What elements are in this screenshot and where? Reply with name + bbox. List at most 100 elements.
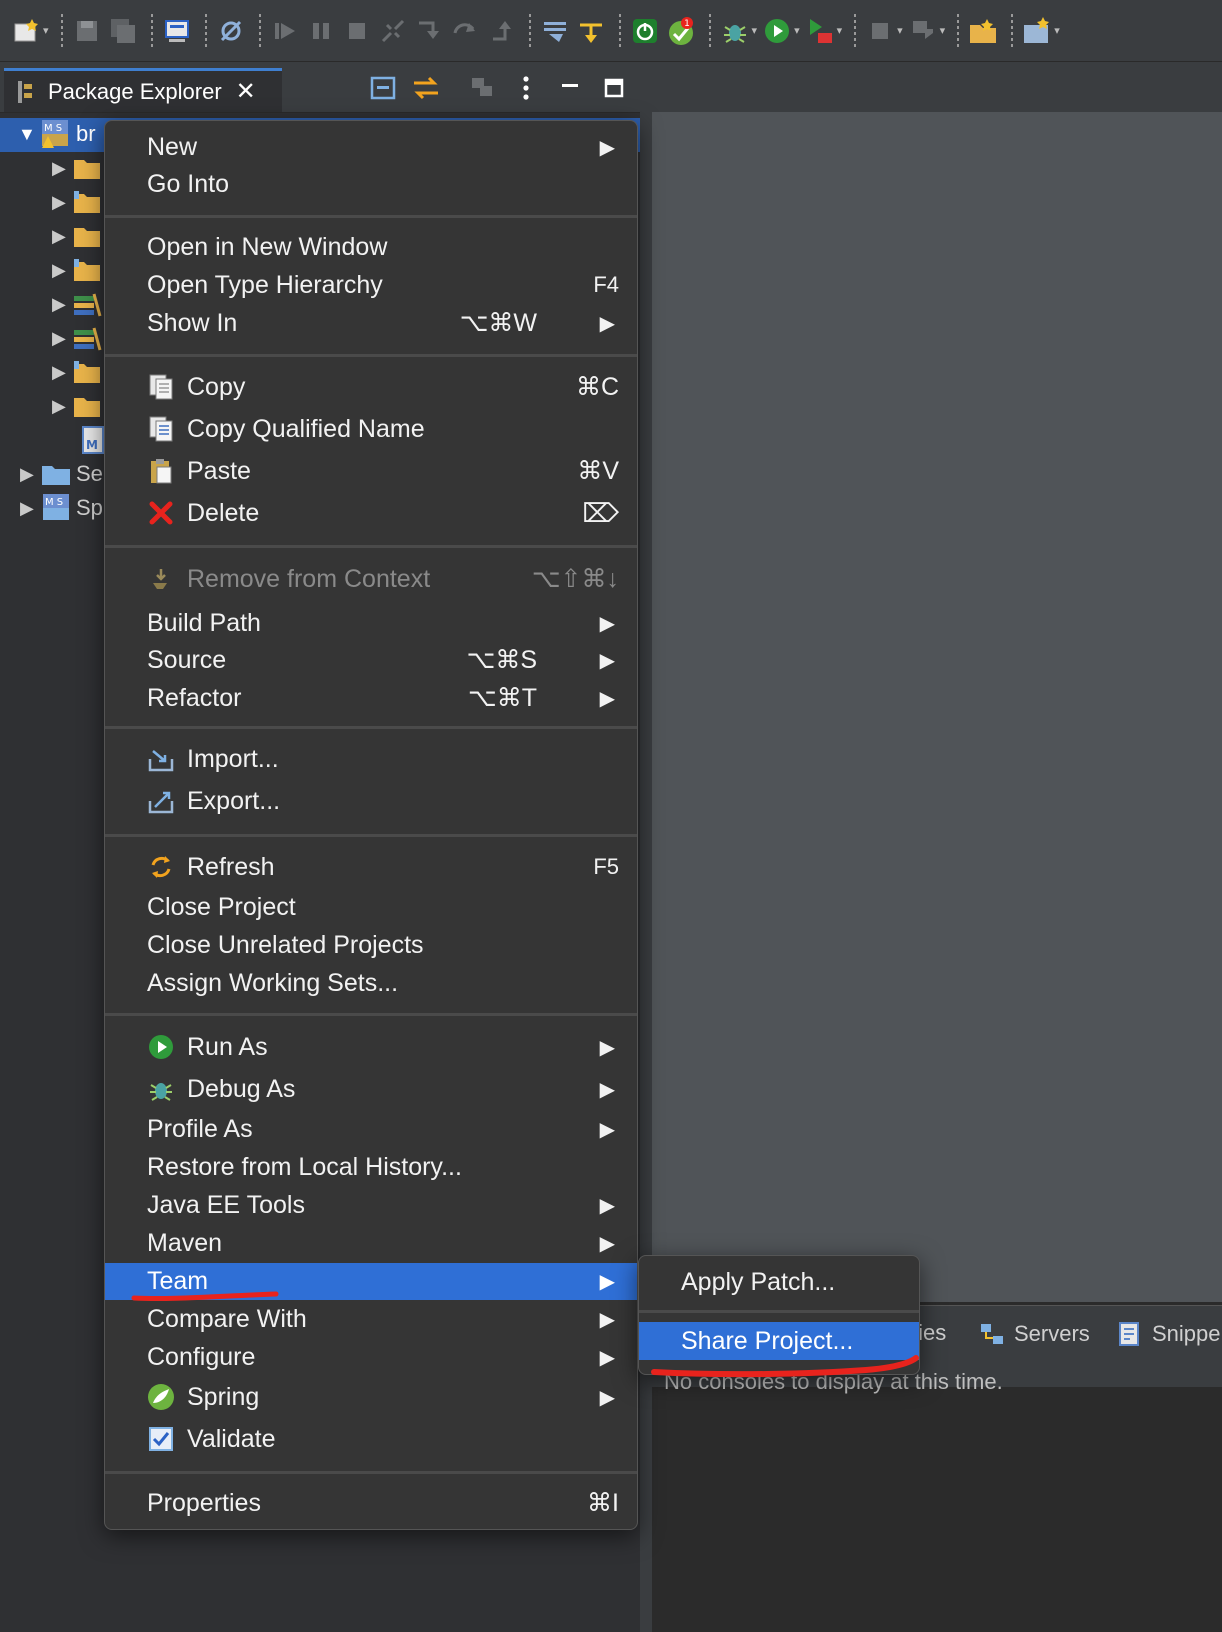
- use-step-filters-button[interactable]: [539, 11, 571, 51]
- tree-item[interactable]: ▶: [52, 390, 102, 422]
- new-wizard-button[interactable]: ▾: [10, 11, 49, 51]
- menu-item-java-ee-tools[interactable]: Java EE Tools ▶: [105, 1187, 637, 1223]
- shortcut-label: ⌘V: [577, 457, 619, 485]
- terminal-button[interactable]: [161, 11, 193, 51]
- spring-boot-dashboard-button[interactable]: [629, 11, 661, 51]
- menu-item-maven[interactable]: Maven ▶: [105, 1225, 637, 1261]
- disconnect-icon: [381, 19, 404, 42]
- step-into-button[interactable]: [413, 11, 445, 51]
- maximize-icon[interactable]: [598, 72, 630, 104]
- package-folder-icon: [74, 361, 100, 383]
- menu-item-copy[interactable]: Copy ⌘C: [105, 369, 637, 405]
- external-tools-button[interactable]: ▾: [804, 11, 842, 51]
- submenu-arrow-icon: ▶: [599, 1118, 615, 1141]
- pom-file-icon: M: [82, 426, 104, 454]
- skip-breakpoints-button[interactable]: [215, 11, 247, 51]
- run-dropdown-button[interactable]: ▾: [761, 11, 800, 51]
- debug-dropdown-button[interactable]: ▾: [719, 11, 757, 51]
- menu-item-validate[interactable]: Validate: [105, 1421, 637, 1457]
- tree-item[interactable]: ▶: [52, 152, 102, 184]
- servers-icon: [981, 1324, 1003, 1344]
- menu-item-go-into[interactable]: Go Into: [105, 166, 637, 202]
- suspend-button[interactable]: [305, 11, 337, 51]
- view-menu-icon[interactable]: [510, 72, 542, 104]
- menu-item-show-in[interactable]: Show In ⌥⌘W ▶: [105, 305, 637, 341]
- tab-servers[interactable]: Servers: [978, 1320, 1090, 1348]
- tab-package-explorer[interactable]: Package Explorer ✕: [4, 68, 282, 112]
- maven-project-icon: M S: [43, 494, 69, 520]
- terminate-button[interactable]: [341, 11, 373, 51]
- menu-item-new[interactable]: New ▶: [105, 129, 637, 165]
- step-over-button[interactable]: [449, 11, 481, 51]
- tree-item[interactable]: ▶: [52, 288, 102, 320]
- menu-item-close-unrelated-projects[interactable]: Close Unrelated Projects: [105, 927, 637, 963]
- menu-item-remove-from-context[interactable]: Remove from Context ⌥⇧⌘↓: [105, 561, 637, 597]
- resume-button[interactable]: [269, 11, 301, 51]
- tree-item-project[interactable]: ▶ M S Sp: [20, 492, 103, 524]
- menu-item-export[interactable]: Export...: [105, 783, 637, 819]
- disconnect-button[interactable]: [377, 11, 409, 51]
- menu-separator: [105, 1471, 637, 1474]
- menu-item-refactor[interactable]: Refactor ⌥⌘T ▶: [105, 680, 637, 716]
- tree-item-servers[interactable]: ▶ Se: [20, 458, 103, 490]
- menu-item-configure[interactable]: Configure ▶: [105, 1339, 637, 1375]
- menu-item-assign-working-sets[interactable]: Assign Working Sets...: [105, 965, 637, 1001]
- tree-item[interactable]: ▶: [52, 322, 102, 354]
- drop-to-frame-button[interactable]: [575, 11, 607, 51]
- launch-config-button[interactable]: ▾: [907, 11, 945, 51]
- folder-icon: [42, 466, 70, 485]
- maven-project-icon: M S: [42, 120, 68, 148]
- expand-arrow-icon[interactable]: ▼: [18, 124, 38, 145]
- menu-item-import[interactable]: Import...: [105, 741, 637, 777]
- menu-item-profile-as[interactable]: Profile As ▶: [105, 1111, 637, 1147]
- step-filters-icon: [543, 21, 566, 42]
- tree-item[interactable]: ▶: [52, 220, 102, 252]
- menu-item-source[interactable]: Source ⌥⌘S ▶: [105, 642, 637, 678]
- copy-icon: [149, 374, 173, 400]
- menu-item-debug-as[interactable]: Debug As ▶: [105, 1071, 637, 1107]
- menu-item-share-project[interactable]: Share Project...: [639, 1322, 919, 1360]
- spring-boot-button[interactable]: 1: [665, 11, 697, 51]
- editor-tab-bar: [652, 62, 1222, 112]
- package-folder-icon: [74, 191, 100, 213]
- menu-item-compare-with[interactable]: Compare With ▶: [105, 1301, 637, 1337]
- library-icon: [74, 293, 102, 317]
- menu-item-restore-from-local-history[interactable]: Restore from Local History...: [105, 1149, 637, 1185]
- close-icon[interactable]: ✕: [236, 77, 256, 106]
- menu-item-build-path[interactable]: Build Path ▶: [105, 605, 637, 641]
- menu-item-refresh[interactable]: Refresh F5: [105, 849, 637, 885]
- tree-item-project[interactable]: ▼ M S br: [18, 118, 96, 150]
- new-server-button[interactable]: ▾: [1021, 11, 1060, 51]
- menu-item-run-as[interactable]: Run As ▶: [105, 1029, 637, 1065]
- menu-item-team[interactable]: Team ▶: [105, 1263, 637, 1300]
- panel-divider[interactable]: [640, 62, 652, 1632]
- context-menu: New ▶ Go Into Open in New Window Open Typ…: [104, 120, 638, 1530]
- menu-item-apply-patch[interactable]: Apply Patch...: [639, 1264, 919, 1300]
- submenu-arrow-icon: ▶: [599, 649, 615, 672]
- menu-separator: [105, 215, 637, 218]
- menu-item-paste[interactable]: Paste ⌘V: [105, 453, 637, 489]
- menu-item-delete[interactable]: Delete ⌦: [105, 495, 637, 531]
- step-return-button[interactable]: [485, 11, 517, 51]
- tree-item[interactable]: ▶: [52, 186, 102, 218]
- filter-icon[interactable]: [466, 72, 498, 104]
- menu-item-open-type-hierarchy[interactable]: Open Type Hierarchy F4: [105, 267, 637, 303]
- save-button[interactable]: [71, 11, 103, 51]
- save-all-button[interactable]: [107, 11, 139, 51]
- link-with-editor-icon[interactable]: [410, 72, 442, 104]
- menu-item-close-project[interactable]: Close Project: [105, 889, 637, 925]
- minimize-icon[interactable]: [554, 72, 586, 104]
- tree-item[interactable]: ▶: [52, 254, 102, 286]
- suspend-icon: [312, 22, 329, 39]
- collapse-all-icon[interactable]: [368, 72, 400, 104]
- svg-text:M S: M S: [45, 497, 63, 508]
- open-project-button[interactable]: [967, 11, 999, 51]
- menu-item-spring[interactable]: Spring ▶: [105, 1379, 637, 1415]
- tree-item[interactable]: ▶: [52, 356, 102, 388]
- tree-item[interactable]: M: [80, 424, 106, 456]
- menu-item-copy-qualified-name[interactable]: Copy Qualified Name: [105, 411, 637, 447]
- menu-item-open-in-new-window[interactable]: Open in New Window: [105, 229, 637, 265]
- menu-item-properties[interactable]: Properties ⌘I: [105, 1485, 637, 1521]
- tab-snippets[interactable]: Snippe: [1116, 1320, 1221, 1348]
- stop-server-button[interactable]: ▾: [864, 11, 903, 51]
